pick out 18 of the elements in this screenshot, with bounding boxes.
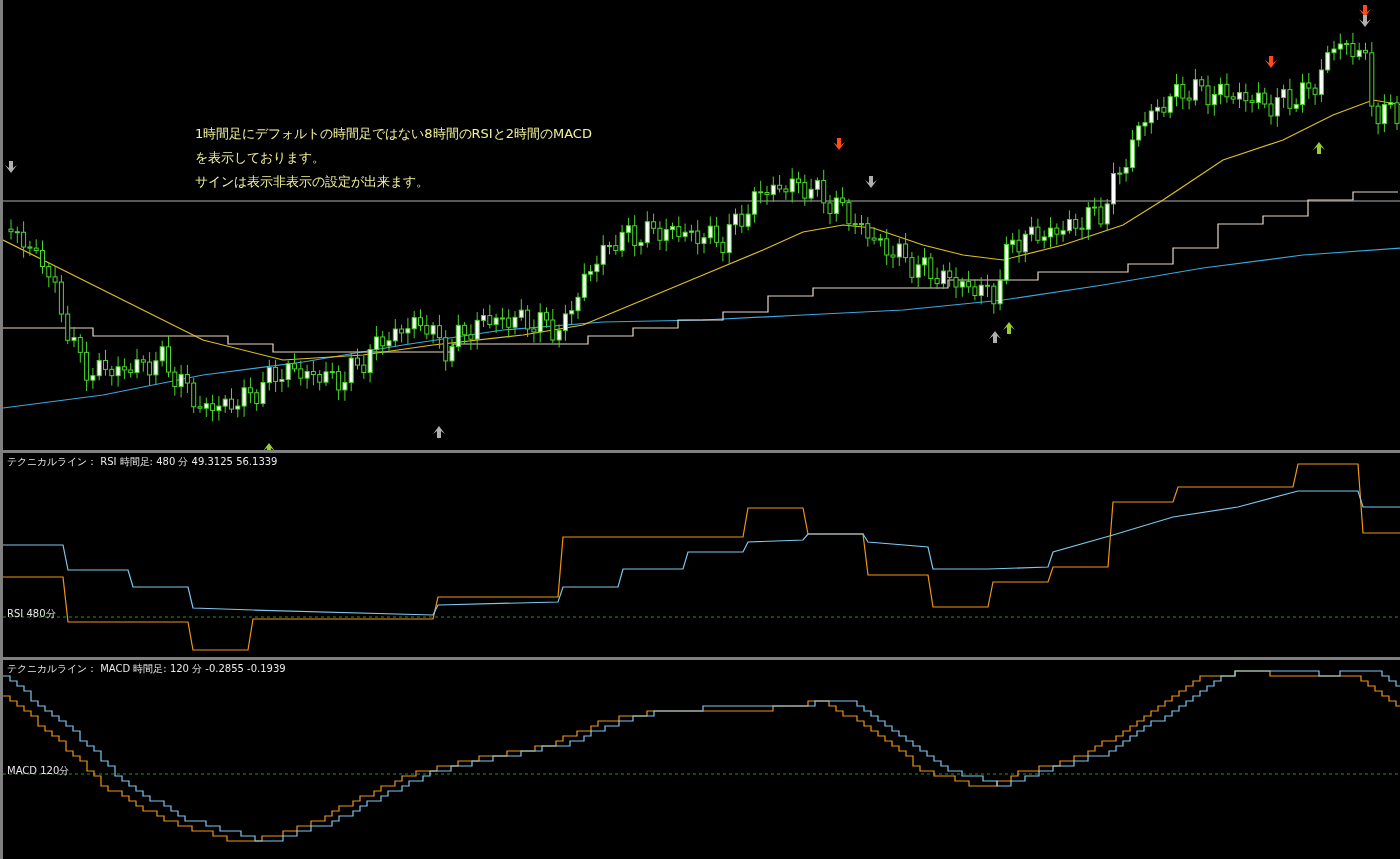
up-arrow-icon [1313,142,1325,154]
down-arrow-icon [1265,56,1277,68]
up-arrow-icon [263,443,275,450]
down-arrow-icon [1359,5,1371,17]
up-arrow-icon [989,331,1001,343]
level-label: RSI 480分 [7,608,56,620]
level-label: MACD 120分 [7,765,70,777]
chart-annotation: 1時間足にデフォルトの時間足ではない8時間のRSIと2時間のMACD [195,125,592,143]
up-arrow-icon [433,426,445,438]
down-arrow-icon [5,161,17,173]
chart-annotation: を表示しております。 [195,149,326,167]
chart-annotation: サインは表示非表示の設定が出来ます。 [195,173,430,191]
down-arrow-icon [1359,15,1371,27]
up-arrow-icon [1003,322,1015,334]
indicator-header: テクニカルライン： MACD 時間足: 120 分 -0.2855 -0.1939 [7,663,286,675]
indicator-header: テクニカルライン： RSI 時間足: 480 分 49.3125 56.1339 [7,456,278,468]
down-arrow-icon [865,176,877,188]
down-arrow-icon [833,138,845,150]
